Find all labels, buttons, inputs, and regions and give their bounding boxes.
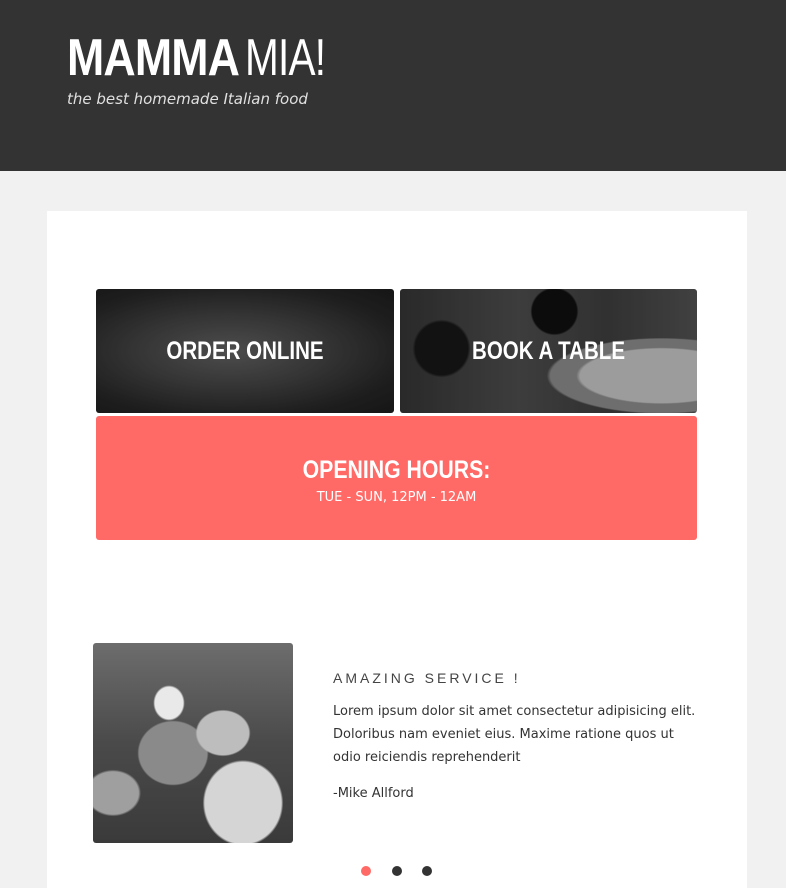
logo[interactable]: MAMMA MIA! [67, 30, 348, 86]
carousel-dot-2[interactable] [392, 866, 402, 876]
review-author: -Mike Allford [333, 786, 414, 801]
logo-bold: MAMMA [67, 29, 240, 87]
order-online-tile[interactable]: ORDER ONLINE [96, 289, 394, 413]
tagline: the best homemade Italian food [67, 90, 308, 108]
carousel-dot-3[interactable] [422, 866, 432, 876]
carousel-dot-1[interactable] [361, 866, 371, 876]
opening-hours-title: OPENING HOURS: [302, 456, 491, 484]
book-table-tile[interactable]: BOOK A TABLE [400, 289, 697, 413]
opening-hours-panel: OPENING HOURS: TUE - SUN, 12PM - 12AM [96, 416, 697, 540]
order-online-label: ORDER ONLINE [166, 336, 324, 365]
opening-hours-time: TUE - SUN, 12PM - 12AM [316, 490, 477, 505]
review-photo [93, 643, 293, 843]
site-header: MAMMA MIA! the best homemade Italian food [0, 0, 786, 171]
content-card: ORDER ONLINE BOOK A TABLE OPENING HOURS:… [47, 211, 747, 888]
logo-light: MIA! [245, 29, 326, 87]
book-table-label: BOOK A TABLE [472, 336, 625, 365]
review-text: Lorem ipsum dolor sit amet consectetur a… [333, 704, 696, 765]
carousel-dots [360, 866, 440, 878]
review-title: AMAZING SERVICE ! [333, 670, 521, 686]
